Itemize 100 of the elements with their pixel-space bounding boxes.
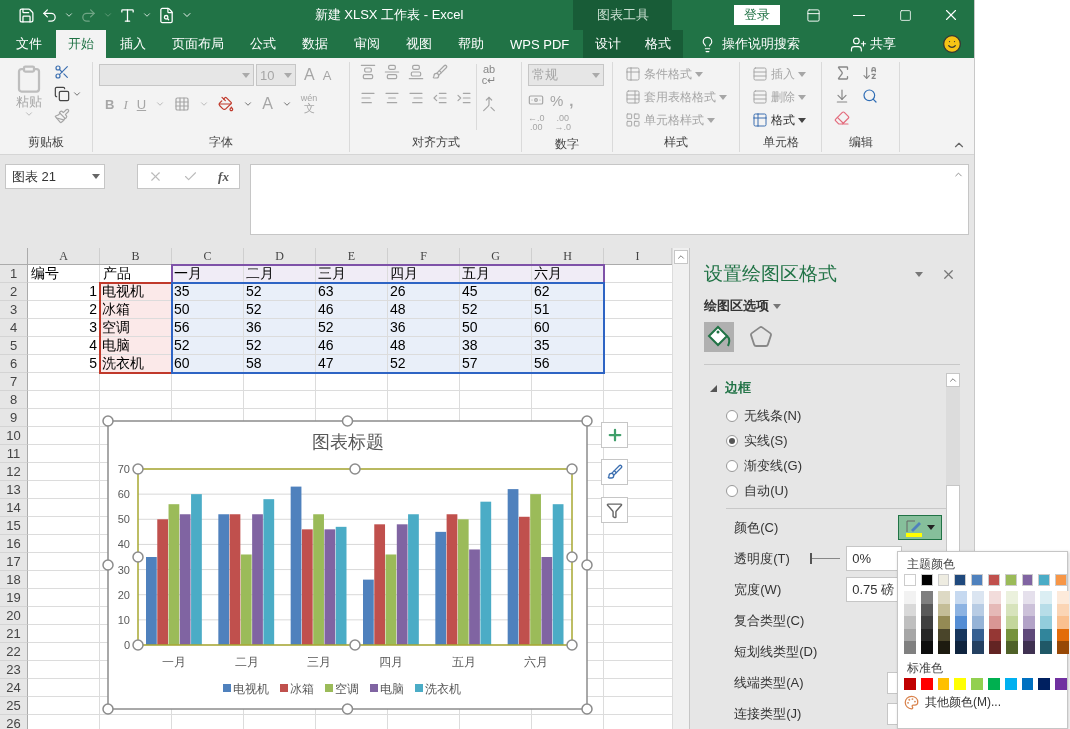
row-header[interactable]: 22 bbox=[0, 643, 28, 661]
ribbon-tab[interactable]: 格式 bbox=[633, 30, 684, 58]
row-header[interactable]: 6 bbox=[0, 355, 28, 373]
legend-label: 洗衣机 bbox=[425, 682, 461, 696]
column-header[interactable]: G bbox=[460, 248, 532, 264]
column-header[interactable]: D bbox=[244, 248, 316, 264]
row-header[interactable]: 16 bbox=[0, 535, 28, 553]
ribbon-command[interactable]: 格式 bbox=[771, 110, 795, 130]
radio-option[interactable]: 渐变线(G) bbox=[704, 453, 946, 478]
ribbon-tab[interactable]: 公式 bbox=[238, 30, 288, 58]
ribbon-tab[interactable]: 视图 bbox=[394, 30, 444, 58]
theme-colors-title: 主题颜色 bbox=[906, 556, 956, 573]
column-header[interactable]: B bbox=[100, 248, 172, 264]
property-label: 颜色(C) bbox=[734, 518, 780, 537]
table-cell: 46 bbox=[316, 301, 388, 319]
group-label: 样式 bbox=[663, 134, 689, 151]
table-cell: 空调 bbox=[100, 319, 172, 337]
table-cell: 产品 bbox=[103, 265, 131, 283]
table-cell: 36 bbox=[388, 319, 460, 337]
table-cell: 51 bbox=[532, 301, 604, 319]
row-header[interactable]: 2 bbox=[0, 283, 28, 301]
ribbon-tab[interactable]: 文件 bbox=[4, 30, 54, 58]
row-header[interactable]: 10 bbox=[0, 427, 28, 445]
axis-tick-label: 10 bbox=[117, 613, 130, 626]
ribbon-tab[interactable]: 开始 bbox=[56, 30, 106, 58]
axis-tick-label: 60 bbox=[117, 488, 130, 501]
property-label: 宽度(W) bbox=[734, 580, 783, 599]
radio-option[interactable]: 无线条(N) bbox=[704, 403, 946, 428]
row-header[interactable]: 3 bbox=[0, 301, 28, 319]
property-label: 透明度(T) bbox=[734, 549, 791, 568]
axis-category-label: 二月 bbox=[234, 655, 259, 669]
radio-option[interactable]: 实线(S) bbox=[704, 428, 946, 453]
column-header[interactable]: C bbox=[172, 248, 244, 264]
group-label: 数字 bbox=[554, 136, 580, 153]
tell-me-search[interactable]: 操作说明搜索 bbox=[695, 30, 805, 58]
table-cell: 52 bbox=[460, 301, 532, 319]
share-button[interactable]: 共享 bbox=[846, 30, 900, 58]
table-cell: 52 bbox=[244, 337, 316, 355]
radio-option[interactable]: 自动(U) bbox=[704, 478, 946, 503]
axis-tick-label: 20 bbox=[117, 588, 130, 601]
ribbon-tab[interactable]: 帮助 bbox=[446, 30, 496, 58]
options-dropdown[interactable]: 绘图区选项 bbox=[704, 294, 974, 318]
login-button[interactable]: 登录 bbox=[734, 5, 781, 25]
row-header[interactable]: 8 bbox=[0, 391, 28, 409]
group-label: 字体 bbox=[208, 134, 234, 151]
window-title: 新建 XLSX 工作表 - Excel bbox=[314, 6, 465, 24]
ribbon-tab[interactable]: 数据 bbox=[290, 30, 340, 58]
column-header[interactable]: H bbox=[532, 248, 604, 264]
row-header[interactable]: 23 bbox=[0, 661, 28, 679]
ribbon-tab[interactable]: 设计 bbox=[583, 30, 634, 58]
row-header[interactable]: 1 bbox=[0, 265, 28, 283]
table-cell: 38 bbox=[460, 337, 532, 355]
row-header[interactable]: 20 bbox=[0, 607, 28, 625]
transparency-field[interactable]: 0% bbox=[846, 546, 903, 571]
group-label: 对齐方式 bbox=[410, 134, 461, 151]
more-colors-button[interactable]: 其他颜色(M)... bbox=[904, 691, 1067, 714]
ribbon-tab[interactable]: 审阅 bbox=[342, 30, 392, 58]
row-header[interactable]: 11 bbox=[0, 445, 28, 463]
table-cell: 2 bbox=[89, 301, 97, 319]
row-header[interactable]: 15 bbox=[0, 517, 28, 535]
axis-category-label: 一月 bbox=[162, 655, 187, 669]
axis-tick-label: 70 bbox=[117, 463, 130, 475]
column-header[interactable]: F bbox=[388, 248, 460, 264]
ribbon-tab[interactable]: 插入 bbox=[108, 30, 158, 58]
row-header[interactable]: 4 bbox=[0, 319, 28, 337]
row-header[interactable]: 24 bbox=[0, 679, 28, 697]
section-header[interactable]: 边框 bbox=[704, 373, 946, 403]
row-header[interactable]: 5 bbox=[0, 337, 28, 355]
legend-label: 空调 bbox=[335, 682, 359, 696]
row-header[interactable]: 26 bbox=[0, 715, 28, 729]
group-label: 单元格 bbox=[761, 134, 800, 151]
row-header[interactable]: 19 bbox=[0, 589, 28, 607]
row-header[interactable]: 12 bbox=[0, 463, 28, 481]
name-box[interactable]: 图表 21 bbox=[5, 164, 105, 189]
group-label: 编辑 bbox=[847, 134, 874, 151]
column-header[interactable]: A bbox=[28, 248, 100, 264]
table-cell: 52 bbox=[316, 319, 388, 337]
row-header[interactable]: 21 bbox=[0, 625, 28, 643]
column-header[interactable]: E bbox=[316, 248, 388, 264]
row-header[interactable]: 18 bbox=[0, 571, 28, 589]
row-header[interactable]: 9 bbox=[0, 409, 28, 427]
table-cell: 60 bbox=[532, 319, 604, 337]
ribbon-tab[interactable]: WPS PDF bbox=[498, 30, 582, 58]
row-header[interactable]: 14 bbox=[0, 499, 28, 517]
table-cell: 48 bbox=[388, 337, 460, 355]
table-cell: 35 bbox=[532, 337, 604, 355]
row-header[interactable]: 13 bbox=[0, 481, 28, 499]
row-header[interactable]: 7 bbox=[0, 373, 28, 391]
axis-category-label: 三月 bbox=[306, 655, 331, 669]
axis-category-label: 六月 bbox=[523, 655, 548, 669]
row-header[interactable]: 17 bbox=[0, 553, 28, 571]
ribbon-tab[interactable]: 页面布局 bbox=[160, 30, 236, 58]
table-cell: 58 bbox=[244, 355, 316, 373]
table-cell: 电脑 bbox=[100, 337, 172, 355]
legend-label: 冰箱 bbox=[290, 682, 314, 696]
row-header[interactable]: 25 bbox=[0, 697, 28, 715]
property-label: 短划线类型(D) bbox=[734, 642, 818, 661]
table-cell: 46 bbox=[316, 337, 388, 355]
insert-function-button[interactable]: fx bbox=[218, 170, 229, 183]
table-cell: 36 bbox=[244, 319, 316, 337]
